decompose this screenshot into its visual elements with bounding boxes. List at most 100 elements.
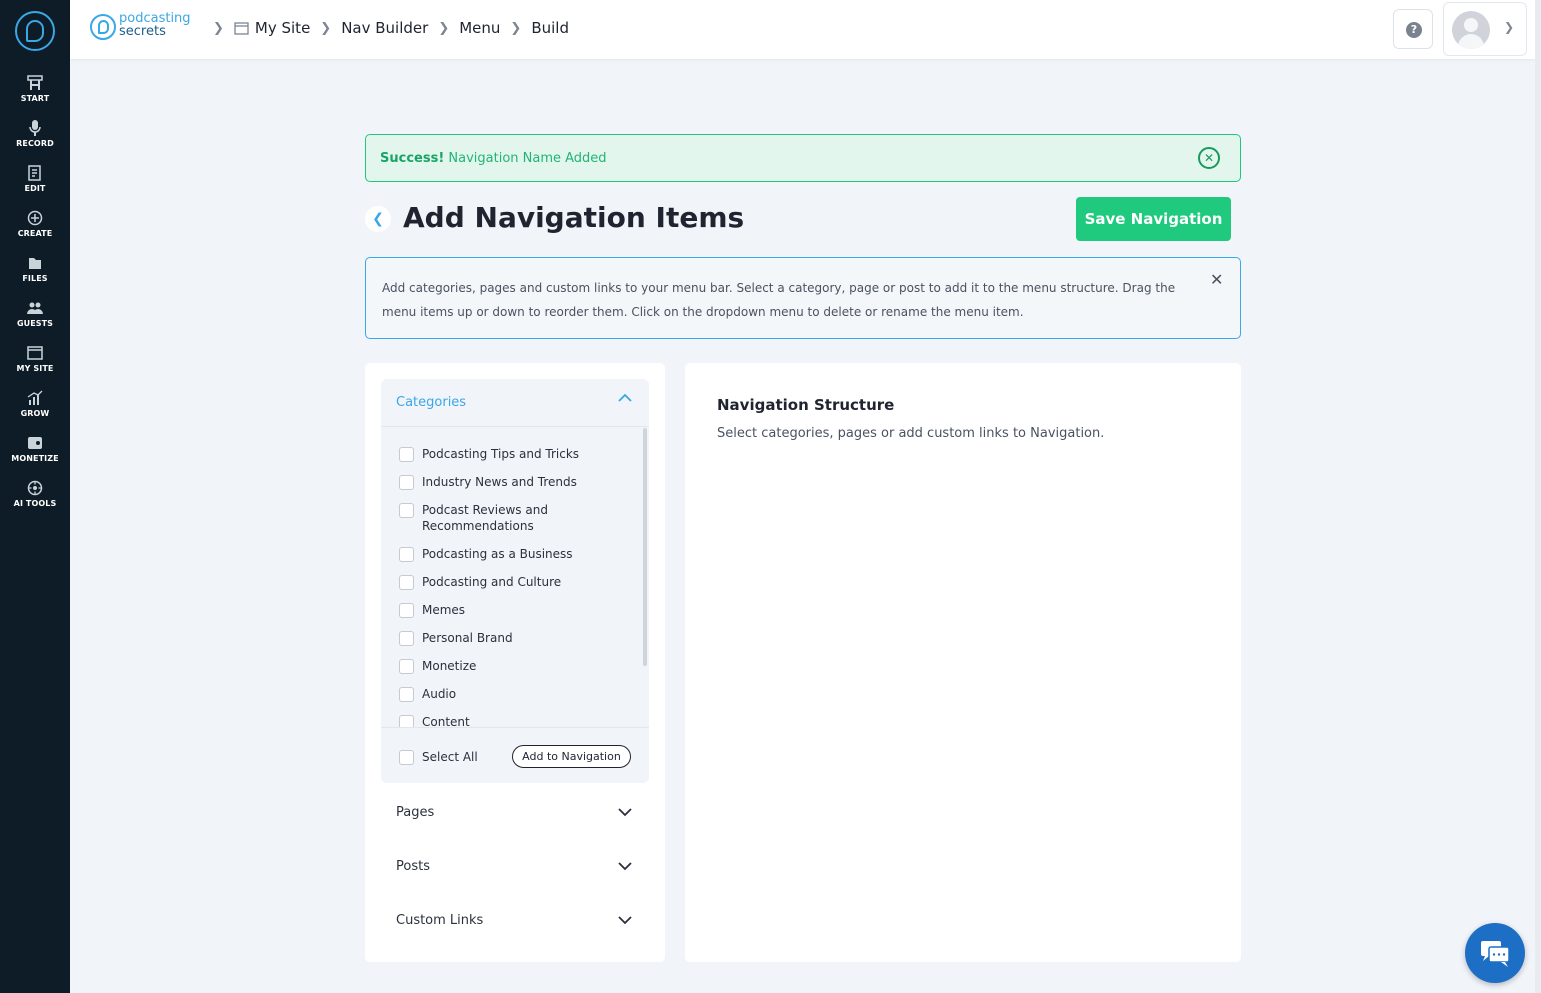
list-item[interactable]: Podcasting and Culture <box>399 574 592 590</box>
close-icon[interactable]: ✕ <box>1210 270 1223 289</box>
close-alert-icon[interactable]: ✕ <box>1198 147 1220 169</box>
sidebar-item-files[interactable]: FILES <box>0 254 70 294</box>
sidebar-item-grow[interactable]: GROW <box>0 389 70 429</box>
create-icon <box>27 210 43 226</box>
alert-strong: Success! <box>380 151 445 166</box>
sidebar-item-create[interactable]: CREATE <box>0 209 70 249</box>
chevron-right-icon: ❯ <box>510 20 522 36</box>
sidebar-item-label: GUESTS <box>16 319 54 328</box>
guests-icon <box>27 302 43 314</box>
page-scrollbar[interactable] <box>1535 0 1541 993</box>
category-label: Memes <box>422 603 466 617</box>
category-label: Podcasting as a Business <box>422 547 573 561</box>
chevron-down-icon <box>618 916 632 925</box>
breadcrumb-my-site[interactable]: My Site <box>234 19 310 37</box>
user-menu-button[interactable]: ❯ <box>1443 2 1527 56</box>
category-checkbox[interactable] <box>399 631 414 646</box>
chevron-up-icon <box>618 393 632 402</box>
categories-header[interactable]: Categories <box>381 379 649 427</box>
success-alert: Success! Navigation Name Added ✕ <box>365 134 1241 182</box>
select-all-checkbox[interactable] <box>399 750 414 765</box>
list-item[interactable]: Podcasting as a Business <box>399 546 592 562</box>
sidebar-item-my-site[interactable]: MY SITE <box>0 344 70 384</box>
sidebar-item-label: MY SITE <box>16 364 54 373</box>
brand-name-line2: secrets <box>119 24 166 39</box>
chevron-right-icon: ❯ <box>213 20 224 36</box>
brand-logo-icon <box>90 14 116 40</box>
category-label: Content <box>422 715 470 728</box>
sidebar-item-label: FILES <box>22 274 48 283</box>
structure-title: Navigation Structure <box>717 396 895 414</box>
sidebar-item-label: MONETIZE <box>11 454 59 463</box>
monetize-icon <box>28 437 42 449</box>
posts-accordion[interactable]: Posts <box>381 847 649 887</box>
start-icon <box>27 75 43 90</box>
chat-icon <box>1481 941 1510 967</box>
list-item[interactable]: Podcast Reviews and Recommendations <box>399 502 592 534</box>
my-site-icon <box>234 22 249 35</box>
info-text: Add categories, pages and custom links t… <box>382 281 1176 319</box>
chevron-right-icon: ❯ <box>320 20 332 36</box>
category-checkbox[interactable] <box>399 575 414 590</box>
breadcrumb-nav-builder[interactable]: Nav Builder <box>341 19 428 37</box>
list-item[interactable]: Podcasting Tips and Tricks <box>399 446 592 462</box>
category-label: Podcast Reviews and Recommendations <box>422 503 548 533</box>
sidebar-item-record[interactable]: RECORD <box>0 119 70 159</box>
sidebar-item-start[interactable]: START <box>0 74 70 114</box>
breadcrumb: ❯ My Site ❯ Nav Builder ❯ Menu ❯ Build <box>203 19 569 37</box>
category-label: Audio <box>422 687 457 701</box>
structure-subtitle: Select categories, pages or add custom l… <box>717 426 1105 441</box>
category-label: Industry News and Trends <box>422 475 577 489</box>
list-item[interactable]: Content <box>399 714 592 728</box>
select-all[interactable]: Select All <box>399 749 478 765</box>
back-button[interactable]: ❮ <box>365 206 391 232</box>
save-navigation-button[interactable]: Save Navigation <box>1076 197 1231 241</box>
list-item[interactable]: Personal Brand <box>399 630 592 646</box>
pages-accordion[interactable]: Pages <box>381 793 649 833</box>
list-item[interactable]: Industry News and Trends <box>399 474 592 490</box>
chat-button[interactable] <box>1465 923 1525 983</box>
top-bar: podcasting secrets ❯ My Site ❯ Nav Build… <box>70 0 1535 59</box>
categories-title: Categories <box>396 395 467 410</box>
category-checkbox[interactable] <box>399 687 414 702</box>
breadcrumb-menu[interactable]: Menu <box>459 19 500 37</box>
category-label: Personal Brand <box>422 631 513 645</box>
page-title: Add Navigation Items <box>403 201 745 234</box>
sidebar-item-monetize[interactable]: MONETIZE <box>0 434 70 474</box>
categories-list: Podcasting Tips and Tricks Industry News… <box>381 428 649 728</box>
sidebar: START RECORD EDIT CREATE FILES GUESTS MY… <box>0 0 70 993</box>
app-logo-icon[interactable] <box>15 11 55 51</box>
list-item[interactable]: Memes <box>399 602 592 618</box>
category-checkbox[interactable] <box>399 603 414 618</box>
chevron-right-icon: ❯ <box>438 20 450 36</box>
sidebar-item-guests[interactable]: GUESTS <box>0 299 70 339</box>
category-label: Podcasting and Culture <box>422 575 562 589</box>
category-checkbox[interactable] <box>399 547 414 562</box>
info-box: Add categories, pages and custom links t… <box>365 257 1241 339</box>
avatar <box>1452 11 1490 49</box>
custom-links-accordion[interactable]: Custom Links <box>381 901 649 941</box>
category-checkbox[interactable] <box>399 659 414 674</box>
select-all-label: Select All <box>422 750 478 764</box>
chevron-down-icon: ❯ <box>1504 20 1515 34</box>
navigation-structure-panel: Navigation Structure Select categories, … <box>685 363 1241 962</box>
category-checkbox[interactable] <box>399 475 414 490</box>
list-item[interactable]: Monetize <box>399 658 592 674</box>
breadcrumb-build[interactable]: Build <box>531 19 569 37</box>
sidebar-item-label: CREATE <box>17 229 53 238</box>
sidebar-item-label: AI TOOLS <box>13 499 57 508</box>
sidebar-item-edit[interactable]: EDIT <box>0 164 70 204</box>
sidebar-item-ai-tools[interactable]: AI TOOLS <box>0 479 70 519</box>
categories-scrollbar[interactable] <box>643 428 647 666</box>
add-to-navigation-button[interactable]: Add to Navigation <box>512 745 631 768</box>
category-checkbox[interactable] <box>399 503 414 518</box>
my-site-icon <box>27 346 43 360</box>
sidebar-item-label: EDIT <box>24 184 46 193</box>
help-button[interactable]: ? <box>1393 9 1433 49</box>
edit-icon <box>28 165 41 181</box>
sidebar-item-label: GROW <box>20 409 50 418</box>
ai-tools-icon <box>27 480 43 496</box>
list-item[interactable]: Audio <box>399 686 592 702</box>
items-panel: Categories Podcasting Tips and Tricks In… <box>365 363 665 962</box>
category-checkbox[interactable] <box>399 447 414 462</box>
